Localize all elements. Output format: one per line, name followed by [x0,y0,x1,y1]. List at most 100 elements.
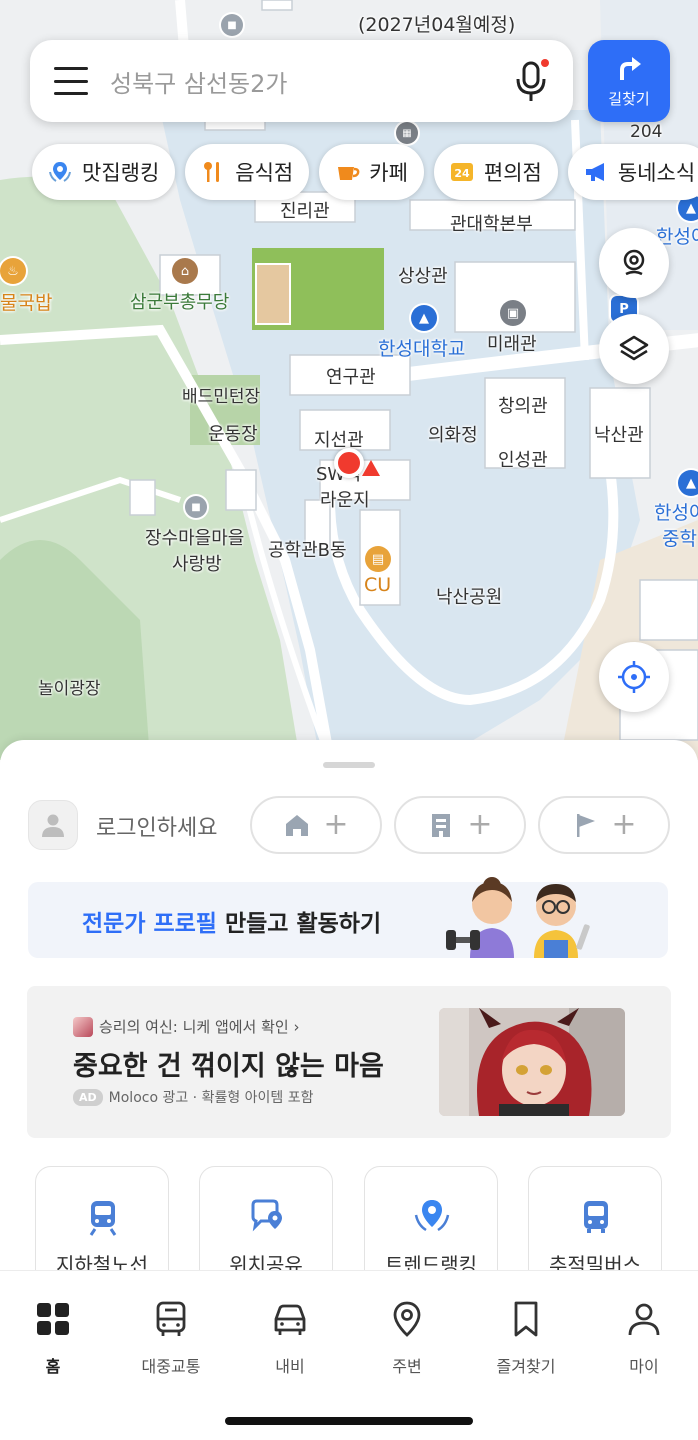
fork-knife-icon [199,158,227,186]
plus-icon: + [323,807,349,842]
map-label-sangsang: 상상관 [398,266,448,287]
building-poi-icon[interactable]: ▣ [500,300,526,326]
map-label-hakbonbu: 관대학본부 [450,214,533,235]
home-icon [286,815,309,836]
current-location-marker [334,448,364,478]
map-label-gonghak: 공학관B동 [268,540,347,561]
map-label-undong: 운동장 [208,424,258,445]
chip-restaurant-ranking[interactable]: 맛집랭킹 [32,144,176,200]
ad-badge: AD [73,1088,103,1106]
cup-icon [333,158,361,186]
chip-label: 동네소식 [617,161,696,185]
plus-icon: + [467,807,493,842]
tab-transit[interactable]: 대중교통 [121,1299,221,1377]
tile-location-share[interactable]: 위치공유 [199,1166,333,1270]
map-label-mulguk: 물국밥 [0,292,53,314]
category-chips: 맛집랭킹 음식점 카페 24 편의점 동네소식 [32,144,698,200]
experts-illustration [446,877,590,958]
tile-subway-map[interactable]: 지하철노선 [35,1166,169,1270]
add-favorite-place-button[interactable]: + [538,796,670,854]
tab-favorites[interactable]: 즐겨찾기 [476,1299,576,1377]
map-label-changui: 창의관 [498,396,548,417]
menu-icon[interactable] [54,67,88,95]
tab-nearby[interactable]: 주변 [357,1299,457,1377]
bookmark-icon [514,1301,538,1337]
shrine-poi-icon[interactable]: ⌂ [172,258,198,284]
map-label-bus-num: 204 [630,122,663,142]
search-input[interactable]: 성북구 삼선동2가 [110,64,511,99]
avatar[interactable] [28,800,78,850]
ad-source-text: 승리의 여신: 니케 앱에서 확인 › [99,1018,300,1036]
map-label-samgun: 삼군부총무당 [130,292,230,313]
map-label-nori: 놀이광장 [38,679,101,699]
bottom-sheet[interactable]: 로그인하세요 + + + 전문가 프로필 만들고 활동하기 승리의 여신: 니케… [0,740,698,1270]
ad-source[interactable]: 승리의 여신: 니케 앱에서 확인 › [73,1016,300,1037]
directions-label: 길찾기 [608,89,650,108]
directions-button[interactable]: 길찾기 [588,40,670,122]
chip-cafe[interactable]: 카페 [319,144,424,200]
bus-icon [584,1201,608,1233]
expert-rest: 만들고 활동하기 [216,911,382,937]
chip-convenience-store[interactable]: 24 편의점 [433,144,558,200]
cu-store-poi-icon[interactable]: ▤ [365,546,391,572]
map-label-badminton: 배드민턴장 [182,387,261,407]
expert-highlight: 전문가 프로필 [82,911,217,937]
expert-profile-banner[interactable]: 전문가 프로필 만들고 활동하기 [28,877,668,958]
24-icon: 24 [448,158,476,186]
map-label-jangsu2: 사랑방 [172,554,222,575]
tile-trend-ranking[interactable]: 트렌드랭킹 [364,1166,498,1270]
trend-pin-icon [414,1200,450,1232]
map-label-insung: 인성관 [498,450,548,471]
middle-school-poi-icon[interactable]: ▲ [678,470,698,496]
map-label-note: (2027년04월예정) [358,14,516,36]
subway-poi-icon[interactable]: ■ [221,14,243,36]
search-bar[interactable]: 성북구 삼선동2가 [30,40,573,122]
add-work-button[interactable]: + [394,796,526,854]
tab-label: 내비 [275,1357,305,1376]
community-poi-icon[interactable]: ■ [185,496,207,518]
my-location-button[interactable] [599,642,669,712]
pin-laurel-icon [46,158,74,186]
map-layers-button[interactable] [599,314,669,384]
map-label-hansung-mid2: 중학 [662,528,697,550]
login-prompt[interactable]: 로그인하세요 [96,810,217,842]
map-label-hansung-mid: 한성여 [654,502,698,524]
office-poi-icon[interactable]: ▦ [396,122,418,144]
restaurant-poi-icon[interactable]: ♨ [0,258,26,284]
tile-label: 위치공유 [229,1253,303,1270]
map-view[interactable]: ■ ⌂ ▲ ▣ ■ ▤ ♨ ▦ ▲ ▲ P (2027년04월예정) 진리관 관… [0,0,698,760]
tab-label: 홈 [45,1357,61,1376]
ad-image[interactable] [439,1008,625,1116]
street-view-button[interactable] [599,228,669,298]
building-icon [432,814,451,837]
map-label-hansung-univ: 한성대학교 [378,338,466,360]
tab-label: 마이 [629,1357,659,1376]
svg-text:24: 24 [454,167,470,180]
chip-restaurant[interactable]: 음식점 [185,144,310,200]
map-label-naksan-hall: 낙산관 [594,425,644,446]
layers-icon [619,335,649,361]
directions-arrow-icon [620,56,641,80]
tab-my[interactable]: 마이 [594,1299,694,1377]
ad-title: 중요한 건 꺾이지 않는 마음 [73,1051,384,1082]
plus-icon: + [611,807,637,842]
map-label-jinrigwan: 진리관 [280,201,330,222]
chip-label: 카페 [369,161,408,185]
ad-meta-text: Moloco 광고 · 확률형 아이템 포함 [108,1090,314,1106]
tab-label: 주변 [392,1357,422,1376]
tile-bus-tracker[interactable]: 추적밀버스 [528,1166,662,1270]
university-poi-icon[interactable]: ▲ [411,305,437,331]
chip-label: 맛집랭킹 [82,161,160,185]
crosshair-icon [618,661,650,693]
subway-icon [89,1201,117,1236]
sheet-grabber[interactable] [323,762,375,768]
chip-local-news[interactable]: 동네소식 [567,144,698,200]
tab-home[interactable]: 홈 [3,1299,103,1377]
person-icon [628,1303,660,1336]
tab-navigation[interactable]: 내비 [240,1299,340,1377]
tab-label: 즐겨찾기 [496,1357,556,1376]
microphone-icon[interactable] [511,59,551,103]
ad-card[interactable]: 승리의 여신: 니케 앱에서 확인 › 중요한 건 꺾이지 않는 마음 AD M… [27,986,671,1138]
add-home-button[interactable]: + [250,796,382,854]
game-thumbnail-icon [73,1016,93,1037]
